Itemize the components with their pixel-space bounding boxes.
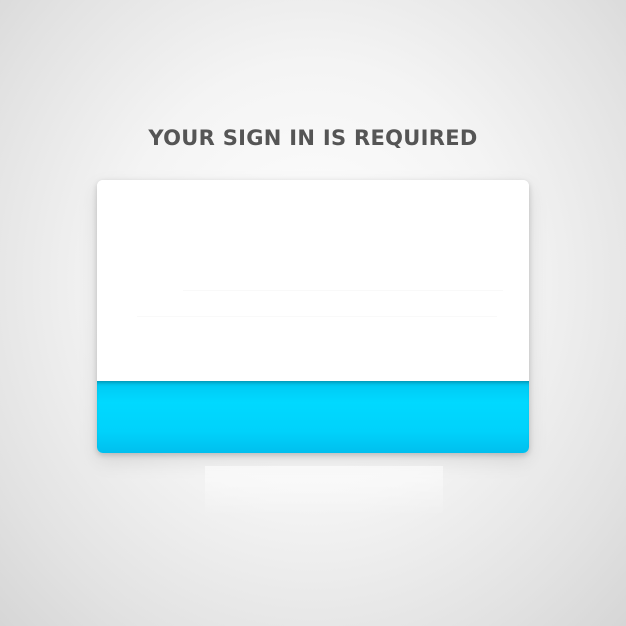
sign-in-button[interactable] [97, 381, 529, 453]
sign-in-button-label [97, 381, 529, 453]
card-divider [183, 290, 503, 291]
sign-in-card [97, 180, 529, 453]
card-body [97, 180, 529, 381]
card-divider [137, 316, 497, 317]
page-title: YOUR SIGN IN IS REQUIRED [148, 126, 478, 150]
card-reflection [205, 466, 443, 516]
